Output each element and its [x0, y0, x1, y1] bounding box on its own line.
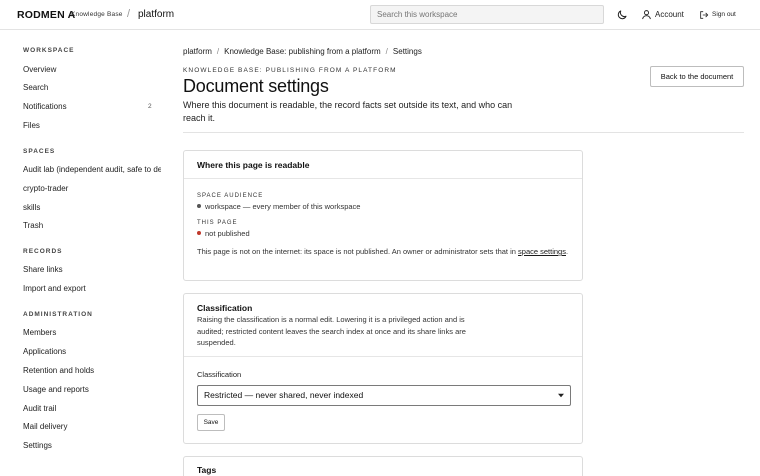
sidebar-item-mail-delivery[interactable]: Mail delivery: [23, 422, 161, 431]
sidebar-item-share-links[interactable]: Share links: [23, 265, 161, 274]
sidebar-heading-records: RECORDS: [23, 248, 63, 255]
audience-dot-icon: [197, 204, 201, 208]
sidebar-item-usage-reports[interactable]: Usage and reports: [23, 385, 161, 394]
search-input[interactable]: [370, 5, 604, 24]
sidebar-heading-administration: ADMINISTRATION: [23, 311, 93, 318]
brand-logo[interactable]: RODMEN A: [17, 9, 75, 21]
space-audience-value: workspace — every member of this workspa…: [197, 202, 360, 211]
notifications-count-badge: 2: [148, 103, 152, 110]
page-eyebrow: KNOWLEDGE BASE: PUBLISHING FROM A PLATFO…: [183, 67, 397, 74]
save-button[interactable]: Save: [197, 414, 225, 431]
sidebar-item-skills[interactable]: skills: [23, 203, 161, 212]
account-link[interactable]: Account: [655, 10, 684, 19]
space-audience-label: SPACE AUDIENCE: [197, 193, 264, 199]
sidebar: WORKSPACE Overview Search Notifications …: [0, 30, 170, 476]
readable-card: Where this page is readable SPACE AUDIEN…: [183, 150, 583, 281]
sidebar-item-audit-lab[interactable]: Audit lab (independent audit, safe to de: [23, 165, 161, 174]
classification-description: Raising the classification is a normal e…: [197, 315, 466, 347]
sidebar-heading-spaces: SPACES: [23, 148, 56, 155]
tags-card: Tags: [183, 456, 583, 476]
breadcrumb-separator: /: [385, 47, 388, 56]
card-divider: [184, 356, 582, 357]
account-user-icon[interactable]: [641, 9, 652, 20]
sign-out-icon[interactable]: [699, 10, 709, 20]
top-bar: RODMEN A Knowledge Base / platform Accou…: [0, 0, 760, 30]
sidebar-item-import-export[interactable]: Import and export: [23, 284, 161, 293]
sidebar-item-audit-trail[interactable]: Audit trail: [23, 404, 161, 413]
sidebar-heading-workspace: WORKSPACE: [23, 47, 75, 54]
status-dot-icon: [197, 231, 201, 235]
sidebar-item-overview[interactable]: Overview: [23, 65, 161, 74]
breadcrumb-item-platform[interactable]: platform: [183, 47, 212, 56]
sidebar-item-crypto-trader[interactable]: crypto-trader: [23, 184, 161, 193]
brand-subtitle: Knowledge Base: [71, 11, 123, 18]
tags-card-title: Tags: [197, 465, 217, 475]
classification-selected-value: Restricted — never shared, never indexed: [204, 390, 364, 400]
sidebar-item-settings[interactable]: Settings: [23, 441, 161, 450]
this-page-label: THIS PAGE: [197, 220, 238, 226]
readable-card-title: Where this page is readable: [197, 160, 310, 170]
sidebar-item-files[interactable]: Files: [23, 121, 161, 130]
page-description: Where this document is readable, the rec…: [183, 100, 513, 123]
publish-note: This page is not on the internet: its sp…: [197, 247, 569, 256]
theme-toggle-moon-icon[interactable]: [616, 9, 628, 21]
header-divider: [183, 132, 744, 133]
classification-card-title: Classification: [197, 303, 253, 313]
workspace-name[interactable]: platform: [138, 9, 174, 20]
chevron-down-icon: [558, 393, 564, 398]
sidebar-item-members[interactable]: Members: [23, 328, 161, 337]
breadcrumb: platform / Knowledge Base: publishing from…: [183, 47, 422, 56]
page-title: Document settings: [183, 76, 329, 96]
sidebar-item-trash[interactable]: Trash: [23, 221, 161, 230]
breadcrumb-item-knowledge-base[interactable]: Knowledge Base: publishing from a platfo…: [224, 47, 381, 56]
header-separator: /: [127, 8, 131, 20]
space-settings-link[interactable]: space settings: [518, 247, 566, 256]
breadcrumb-separator: /: [216, 47, 220, 56]
this-page-status: not published: [197, 229, 250, 238]
sidebar-item-retention[interactable]: Retention and holds: [23, 366, 161, 375]
card-divider: [184, 178, 582, 179]
classification-select[interactable]: Restricted — never shared, never indexed: [197, 385, 571, 406]
sidebar-item-notifications[interactable]: Notifications: [23, 102, 161, 111]
classification-field-label: Classification: [197, 370, 242, 379]
sidebar-item-applications[interactable]: Applications: [23, 347, 161, 356]
sign-out-link[interactable]: Sign out: [712, 11, 736, 18]
classification-card: Classification Raising the classificatio…: [183, 293, 583, 444]
breadcrumb-item-settings: Settings: [392, 47, 422, 56]
back-to-document-button[interactable]: Back to the document: [650, 66, 744, 87]
sidebar-item-search[interactable]: Search: [23, 83, 161, 92]
